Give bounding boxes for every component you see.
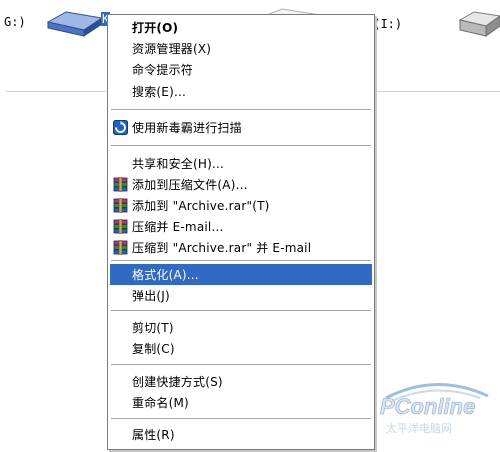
context-menu: 打开(O) 资源管理器(X) 命令提示符 搜索(E)... 使用新毒霸进行扫描 …: [107, 14, 375, 450]
menu-separator: [111, 260, 371, 261]
menu-separator: [111, 109, 371, 110]
menu-item-label: 格式化(A)...: [132, 268, 199, 282]
menu-item-create-shortcut[interactable]: 创建快捷方式(S): [110, 371, 372, 392]
menu-item-label: 属性(R): [132, 428, 175, 442]
winrar-icon: [113, 177, 128, 192]
menu-item-label: 创建快捷方式(S): [132, 375, 223, 389]
menu-item-add-to-archive-rar[interactable]: 添加到 "Archive.rar"(T): [110, 195, 372, 216]
winrar-icon: [113, 219, 128, 234]
menu-item-open[interactable]: 打开(O): [110, 17, 372, 38]
menu-item-label: 共享和安全(H)...: [132, 157, 225, 171]
svg-text:太平洋电脑网: 太平洋电脑网: [386, 421, 452, 435]
menu-separator: [111, 310, 371, 311]
menu-item-antivirus-scan[interactable]: 使用新毒霸进行扫描: [110, 117, 372, 138]
winrar-icon: [113, 198, 128, 213]
menu-item-label: 打开(O): [132, 21, 179, 35]
menu-item-eject[interactable]: 弹出(J): [110, 285, 372, 306]
menu-item-label: 弹出(J): [132, 289, 170, 303]
menu-separator: [111, 418, 371, 419]
menu-item-label: 搜索(E)...: [132, 85, 186, 99]
menu-item-search[interactable]: 搜索(E)...: [110, 81, 372, 102]
drive-label-g[interactable]: G:): [4, 15, 26, 29]
menu-item-label: 重命名(M): [132, 396, 189, 410]
explorer-divider-right: [376, 91, 500, 92]
menu-item-command-prompt[interactable]: 命令提示符: [110, 59, 372, 80]
menu-item-label: 命令提示符: [132, 63, 194, 77]
menu-item-label: 压缩到 "Archive.rar" 并 E-mail: [132, 241, 312, 255]
svg-text:PConline: PConline: [380, 394, 475, 419]
explorer-divider-left: [6, 91, 106, 92]
menu-item-cut[interactable]: 剪切(T): [110, 317, 372, 338]
menu-item-label: 剪切(T): [132, 321, 174, 335]
menu-item-label: 资源管理器(X): [132, 42, 212, 56]
menu-item-rename[interactable]: 重命名(M): [110, 392, 372, 413]
menu-item-sharing-security[interactable]: 共享和安全(H)...: [110, 153, 372, 174]
menu-item-label: 使用新毒霸进行扫描: [132, 121, 242, 135]
menu-item-format[interactable]: 格式化(A)...: [110, 264, 372, 285]
menu-item-label: 复制(C): [132, 342, 175, 356]
menu-separator: [111, 364, 371, 365]
antivirus-scan-icon: [113, 120, 128, 135]
menu-item-explorer[interactable]: 资源管理器(X): [110, 38, 372, 59]
menu-item-compress-to-rar-email[interactable]: 压缩到 "Archive.rar" 并 E-mail: [110, 237, 372, 258]
menu-item-label: 压缩并 E-mail...: [132, 220, 224, 234]
menu-item-copy[interactable]: 复制(C): [110, 338, 372, 359]
menu-item-compress-email[interactable]: 压缩并 E-mail...: [110, 216, 372, 237]
menu-item-add-to-archive[interactable]: 添加到压缩文件(A)...: [110, 174, 372, 195]
menu-item-properties[interactable]: 属性(R): [110, 424, 372, 445]
winrar-icon: [113, 240, 128, 255]
hard-drive-icon-far-right[interactable]: [456, 6, 500, 40]
menu-item-label: 添加到压缩文件(A)...: [132, 178, 248, 192]
pconline-watermark: PConline 太平洋电脑网: [376, 378, 494, 438]
pconline-logo-icon: PConline 太平洋电脑网: [380, 383, 489, 435]
hard-drive-icon[interactable]: [44, 8, 104, 38]
menu-item-label: 添加到 "Archive.rar"(T): [132, 199, 270, 213]
menu-separator: [111, 145, 371, 146]
